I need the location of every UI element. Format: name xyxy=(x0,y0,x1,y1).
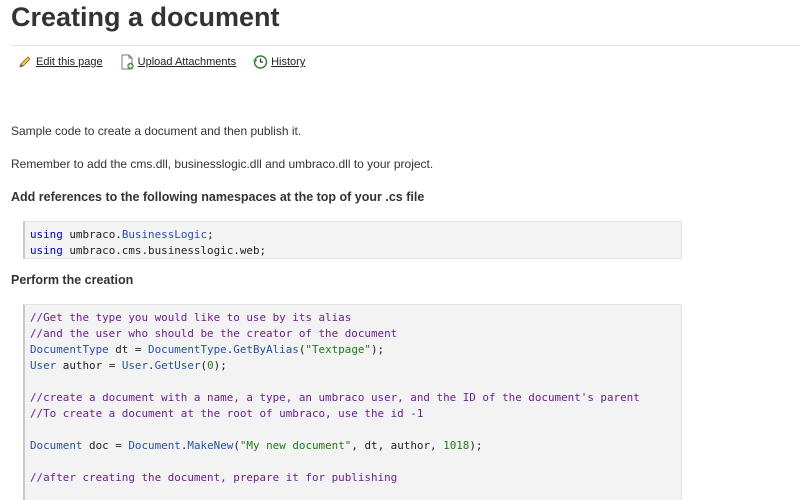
code-line: //and the user who should be the creator… xyxy=(30,326,681,342)
title-divider xyxy=(11,45,800,46)
page-title: Creating a document xyxy=(11,2,280,32)
edit-page-action[interactable]: Edit this page xyxy=(17,54,103,70)
code-line: //create a document with a name, a type,… xyxy=(30,390,681,406)
history-link[interactable]: History xyxy=(271,56,305,68)
history-action[interactable]: History xyxy=(252,54,305,70)
code-token: //after creating the document, prepare i… xyxy=(30,471,398,484)
code-token: Document xyxy=(30,439,83,452)
code-token: ); xyxy=(371,343,385,356)
code-token: author = xyxy=(56,359,122,372)
code-token: //create a document with a name, a type,… xyxy=(30,391,640,404)
code-line: //Get the type you would like to use by … xyxy=(30,310,681,326)
code-line: User author = User.GetUser(0); xyxy=(30,358,681,374)
code-token: MakeNew xyxy=(187,439,234,452)
code-token: ); xyxy=(469,439,483,452)
code-line: //To create a document at the root of um… xyxy=(30,406,681,422)
page-toolbar: Edit this page Upload Attachments Histor… xyxy=(17,53,321,71)
section-heading-references: Add references to the following namespac… xyxy=(11,190,425,204)
code-token: umbraco.cms.businesslogic.web; xyxy=(62,244,267,257)
code-token: User xyxy=(121,359,149,372)
pencil-icon xyxy=(17,54,33,70)
code-token: using xyxy=(30,244,63,257)
code-token: User xyxy=(30,359,57,372)
code-token: //Get the type you would like to use by … xyxy=(30,311,352,324)
code-token: dt = xyxy=(108,343,149,356)
document-add-icon xyxy=(119,54,135,70)
code-line: DocumentType dt = DocumentType.GetByAlia… xyxy=(30,342,681,358)
history-clock-icon xyxy=(252,54,268,70)
code-token: ; xyxy=(207,228,214,241)
code-token: Document xyxy=(128,439,181,452)
code-token: GetUser xyxy=(154,359,201,372)
code-token: //To create a document at the root of um… xyxy=(30,407,424,420)
code-token: DocumentType xyxy=(148,343,227,356)
code-block-references: using umbraco.BusinessLogic; using umbrac… xyxy=(23,221,682,259)
wiki-page: Creating a document Edit this page Uploa… xyxy=(0,0,800,500)
section-heading-creation: Perform the creation xyxy=(11,273,134,287)
code-token: DocumentType xyxy=(30,343,109,356)
code-token: , dt, author, xyxy=(351,439,444,452)
code-block-creation: //Get the type you would like to use by … xyxy=(23,304,682,500)
upload-attachments-link[interactable]: Upload Attachments xyxy=(138,56,236,68)
reminder-paragraph: Remember to add the cms.dll, businesslog… xyxy=(11,157,434,171)
intro-paragraph: Sample code to create a document and the… xyxy=(11,124,302,138)
code-token: ); xyxy=(213,359,227,372)
code-token: //and the user who should be the creator… xyxy=(30,327,398,340)
code-token: "Textpage" xyxy=(305,343,371,356)
code-token: "My new document" xyxy=(239,439,352,452)
code-line: //after creating the document, prepare i… xyxy=(30,470,681,486)
edit-page-link[interactable]: Edit this page xyxy=(36,56,103,68)
code-token: doc = xyxy=(82,439,129,452)
code-token: BusinessLogic xyxy=(121,228,208,241)
upload-attachments-action[interactable]: Upload Attachments xyxy=(119,54,236,70)
code-line: using umbraco.cms.businesslogic.web; xyxy=(30,243,681,258)
code-token: 1018 xyxy=(443,439,470,452)
code-line: using umbraco.BusinessLogic; xyxy=(30,227,681,243)
code-token: GetByAlias xyxy=(233,343,299,356)
code-token: umbraco. xyxy=(62,228,122,241)
code-token: using xyxy=(30,228,63,241)
code-line: Document doc = Document.MakeNew("My new … xyxy=(30,438,681,454)
